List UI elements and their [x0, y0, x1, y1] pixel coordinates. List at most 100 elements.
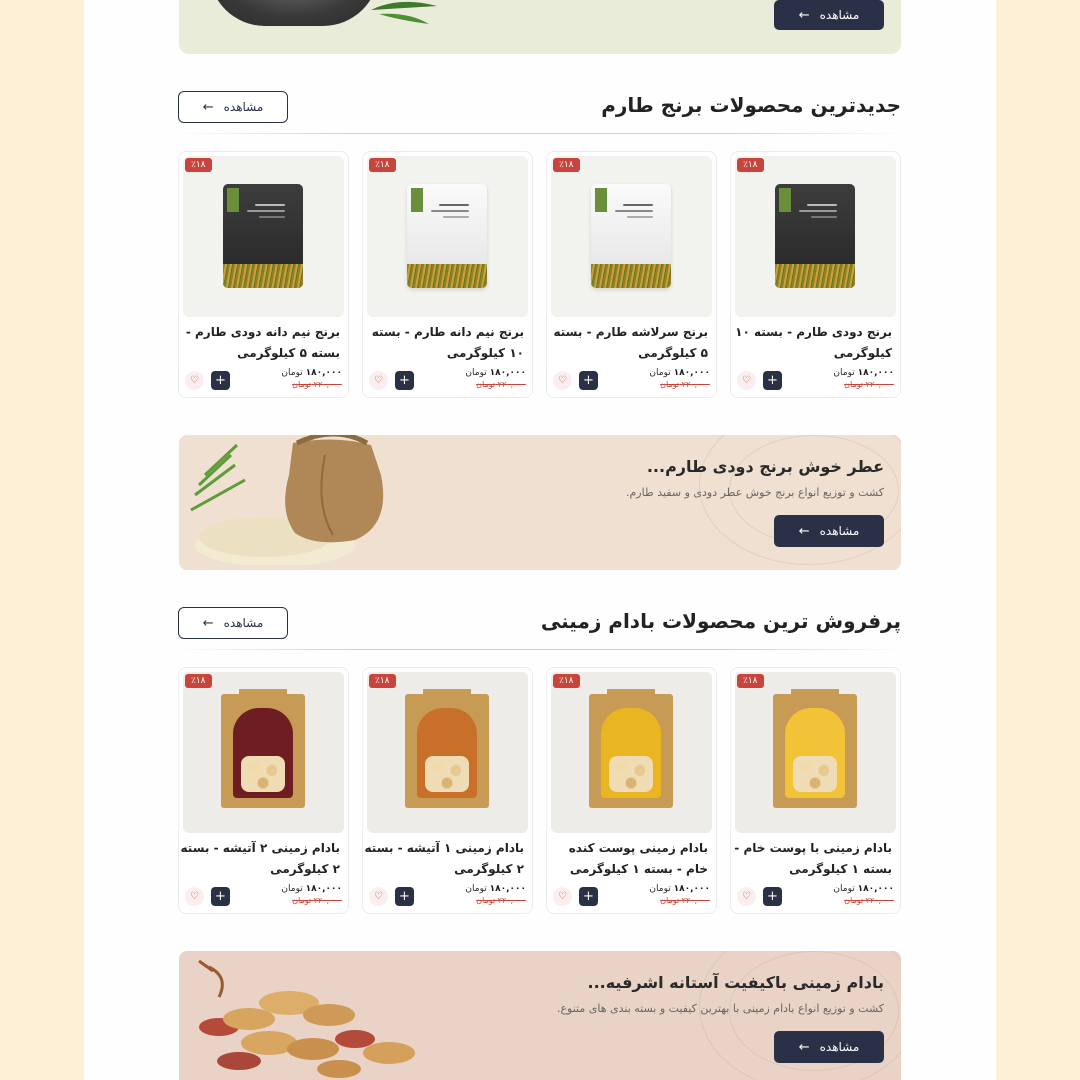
peanut-banner-view-button[interactable]: مشاهده ← — [774, 1031, 884, 1063]
add-to-cart-button[interactable]: + — [579, 371, 598, 390]
arrow-left-icon: ← — [798, 7, 810, 23]
wishlist-button[interactable]: ♡ — [737, 887, 756, 906]
product-price: ۱۸۰,۰۰۰ تومان ۲۲۰,۰۰۰ تومان — [833, 884, 894, 906]
heart-icon: ♡ — [558, 891, 567, 902]
product-image[interactable] — [551, 672, 712, 833]
plus-icon: + — [215, 373, 226, 388]
product-name[interactable]: بادام زمینی پوست کنده خام - بسته ۱ کیلوگ… — [548, 838, 708, 880]
peanut-banner: بادام زمینی باکیفیت آستانه اشرفیه... کشت… — [179, 951, 901, 1080]
old-currency: تومان — [660, 896, 680, 905]
product-image[interactable] — [183, 156, 344, 317]
product-name[interactable]: برنج دودی طارم - بسته ۱۰ کیلوگرمی — [732, 322, 892, 364]
top-banner-view-button[interactable]: مشاهده ← — [774, 0, 884, 30]
product-card[interactable]: ٪۱۸ برنج نیم دانه دودی طارم - بسته ۵ کیل… — [178, 151, 349, 398]
heart-icon: ♡ — [190, 891, 199, 902]
arrow-left-icon: ← — [798, 523, 810, 539]
plus-icon: + — [767, 889, 778, 904]
product-name[interactable]: بادام زمینی با پوست خام - بسته ۱ کیلوگرم… — [732, 838, 892, 880]
rice-view-all-button[interactable]: مشاهده ← — [178, 91, 288, 123]
product-card[interactable]: ٪۱۸ برنج نیم دانه طارم - بسته ۱۰ کیلوگرم… — [362, 151, 533, 398]
currency: تومان — [281, 368, 303, 378]
peanuts-image — [198, 959, 415, 1078]
product-card[interactable]: ٪۱۸ برنج دودی طارم - بسته ۱۰ کیلوگرمی ۱۸… — [730, 151, 901, 398]
heart-icon: ♡ — [742, 891, 751, 902]
old-price: ۲۲۰,۰۰۰ — [865, 896, 894, 905]
discount-badge: ٪۱۸ — [369, 674, 396, 688]
current-price: ۱۸۰,۰۰۰ — [673, 368, 710, 378]
product-name[interactable]: برنج نیم دانه دودی طارم - بسته ۵ کیلوگرم… — [180, 322, 340, 364]
product-image[interactable] — [367, 672, 528, 833]
wishlist-button[interactable]: ♡ — [369, 887, 388, 906]
product-image[interactable] — [735, 672, 896, 833]
plus-icon: + — [767, 373, 778, 388]
wishlist-button[interactable]: ♡ — [185, 887, 204, 906]
product-price: ۱۸۰,۰۰۰ تومان ۲۲۰,۰۰۰ تومان — [281, 368, 342, 390]
product-price: ۱۸۰,۰۰۰ تومان ۲۲۰,۰۰۰ تومان — [649, 884, 710, 906]
rice-banner: عطر خوش برنج دودی طارم... کشت و توزیع ان… — [179, 435, 901, 570]
product-image[interactable] — [735, 156, 896, 317]
wishlist-button[interactable]: ♡ — [369, 371, 388, 390]
current-price: ۱۸۰,۰۰۰ — [673, 884, 710, 894]
product-name[interactable]: برنج نیم دانه طارم - بسته ۱۰ کیلوگرمی — [364, 322, 524, 364]
section-divider — [179, 649, 901, 650]
plus-icon: + — [583, 373, 594, 388]
wishlist-button[interactable]: ♡ — [553, 371, 572, 390]
current-price: ۱۸۰,۰۰۰ — [305, 368, 342, 378]
add-to-cart-button[interactable]: + — [763, 371, 782, 390]
old-currency: تومان — [292, 380, 312, 389]
product-image[interactable] — [551, 156, 712, 317]
currency: تومان — [833, 368, 855, 378]
currency: تومان — [649, 884, 671, 894]
discount-badge: ٪۱۸ — [553, 158, 580, 172]
product-image[interactable] — [367, 156, 528, 317]
section-title-peanut: پرفروش ترین محصولات بادام زمینی — [540, 609, 901, 633]
plus-icon: + — [399, 889, 410, 904]
old-currency: تومان — [476, 896, 496, 905]
old-price: ۲۲۰,۰۰۰ — [681, 380, 710, 389]
banner-subtitle: کشت و توزیع انواع برنج خوش عطر دودی و سف… — [625, 486, 884, 499]
product-name[interactable]: برنج سرلاشه طارم - بسته ۵ کیلوگرمی — [548, 322, 709, 364]
rice-banner-view-button[interactable]: مشاهده ← — [774, 515, 884, 547]
view-label: مشاهده — [223, 100, 264, 114]
view-label: مشاهده — [819, 524, 860, 538]
old-price: ۲۲۰,۰۰۰ — [497, 380, 526, 389]
old-currency: تومان — [660, 380, 680, 389]
add-to-cart-button[interactable]: + — [579, 887, 598, 906]
product-card[interactable]: ٪۱۸ برنج سرلاشه طارم - بسته ۵ کیلوگرمی ۱… — [546, 151, 717, 398]
old-currency: تومان — [476, 380, 496, 389]
product-name[interactable]: بادام زمینی ۱ آتیشه - بسته ۲ کیلوگرمی — [364, 838, 524, 880]
currency: تومان — [281, 884, 303, 894]
rice-sack-image — [190, 435, 384, 565]
product-card[interactable]: ٪۱۸ بادام زمینی پوست کنده خام - بسته ۱ ک… — [546, 667, 717, 914]
currency: تومان — [649, 368, 671, 378]
peanut-view-all-button[interactable]: مشاهده ← — [178, 607, 288, 639]
add-to-cart-button[interactable]: + — [395, 371, 414, 390]
wishlist-button[interactable]: ♡ — [737, 371, 756, 390]
old-price: ۲۲۰,۰۰۰ — [681, 896, 710, 905]
discount-badge: ٪۱۸ — [553, 674, 580, 688]
add-to-cart-button[interactable]: + — [211, 887, 230, 906]
wishlist-button[interactable]: ♡ — [185, 371, 204, 390]
product-name[interactable]: بادام زمینی ۲ آتیشه - بسته ۲ کیلوگرمی — [180, 838, 340, 880]
old-price: ۲۲۰,۰۰۰ — [313, 380, 342, 389]
product-image[interactable] — [183, 672, 344, 833]
heart-icon: ♡ — [190, 375, 199, 386]
view-label: مشاهده — [819, 1040, 860, 1054]
product-price: ۱۸۰,۰۰۰ تومان ۲۲۰,۰۰۰ تومان — [649, 368, 710, 390]
current-price: ۱۸۰,۰۰۰ — [857, 368, 894, 378]
add-to-cart-button[interactable]: + — [395, 887, 414, 906]
currency: تومان — [833, 884, 855, 894]
old-currency: تومان — [844, 896, 864, 905]
add-to-cart-button[interactable]: + — [763, 887, 782, 906]
product-card[interactable]: ٪۱۸ بادام زمینی ۱ آتیشه - بسته ۲ کیلوگرم… — [362, 667, 533, 914]
product-card[interactable]: ٪۱۸ بادام زمینی ۲ آتیشه - بسته ۲ کیلوگرم… — [178, 667, 349, 914]
product-price: ۱۸۰,۰۰۰ تومان ۲۲۰,۰۰۰ تومان — [281, 884, 342, 906]
heart-icon: ♡ — [374, 375, 383, 386]
product-price: ۱۸۰,۰۰۰ تومان ۲۲۰,۰۰۰ تومان — [833, 368, 894, 390]
add-to-cart-button[interactable]: + — [211, 371, 230, 390]
discount-badge: ٪۱۸ — [185, 674, 212, 688]
current-price: ۱۸۰,۰۰۰ — [489, 884, 526, 894]
product-card[interactable]: ٪۱۸ بادام زمینی با پوست خام - بسته ۱ کیل… — [730, 667, 901, 914]
plus-icon: + — [399, 373, 410, 388]
wishlist-button[interactable]: ♡ — [553, 887, 572, 906]
